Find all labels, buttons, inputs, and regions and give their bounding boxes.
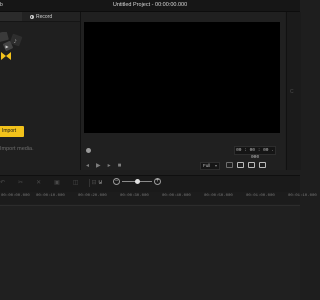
edit-tools: ↶ ✂ ✕ ▣ ◫ ⊟ bbox=[0, 179, 96, 186]
toolbar-divider bbox=[89, 179, 90, 187]
record-label: Record bbox=[36, 13, 53, 20]
delete-icon[interactable]: ✕ bbox=[36, 179, 41, 186]
snap-magnet-icon[interactable]: ⊍ bbox=[98, 178, 103, 186]
expand-icon[interactable] bbox=[259, 162, 266, 168]
window-title: Untitled Project - 00:00:00.000 bbox=[112, 2, 188, 8]
next-frame-icon[interactable]: ▸ bbox=[108, 162, 111, 169]
ruler-label: 00:01:00.000 bbox=[246, 194, 275, 198]
zoom-out-button[interactable]: − bbox=[113, 177, 120, 185]
tab-record[interactable]: Record bbox=[30, 14, 52, 20]
zoom-in-button[interactable]: + bbox=[154, 177, 161, 185]
import-button[interactable]: Import bbox=[0, 126, 24, 137]
split-icon[interactable]: ✂ bbox=[18, 179, 23, 186]
timecode-display: 00 : 00 : 00 . 000 bbox=[234, 146, 276, 160]
ruler-label: 00:00:30.000 bbox=[120, 194, 149, 198]
record-icon bbox=[30, 14, 34, 19]
media-tabs-bar: Record bbox=[0, 12, 80, 22]
previous-frame-icon[interactable]: ◂ bbox=[86, 162, 89, 169]
chevron-down-icon: ▾ bbox=[214, 163, 217, 168]
playback-controls: ◂ ▶ ▸ ■ bbox=[86, 162, 122, 170]
timeline-track-area[interactable] bbox=[0, 206, 300, 300]
media-placeholder-illustration-icon: ♪ ▶ bbox=[0, 32, 23, 60]
crop-icon[interactable]: ▣ bbox=[54, 179, 60, 186]
ruler-label: 00:00:10.000 bbox=[36, 194, 65, 198]
stop-icon[interactable]: ■ bbox=[118, 163, 122, 169]
volume-icon[interactable] bbox=[226, 162, 233, 168]
ruler-label: 00:00:50.000 bbox=[204, 194, 233, 198]
video-preview bbox=[84, 22, 280, 133]
zoom-slider-thumb[interactable] bbox=[134, 179, 140, 184]
freeze-icon[interactable]: ◫ bbox=[73, 179, 79, 186]
ruler-label: 00:01:10.000 bbox=[288, 194, 317, 198]
ruler-label: 00:00:40.000 bbox=[162, 194, 191, 198]
play-icon[interactable]: ▶ bbox=[96, 162, 101, 169]
ruler-label: 00:00:00.000 bbox=[1, 194, 30, 198]
ruler-label: 00:00:20.000 bbox=[78, 194, 107, 198]
import-hint-text: Import media. bbox=[0, 146, 34, 152]
playback-scrubber[interactable] bbox=[86, 148, 91, 153]
detach-icon[interactable]: ⊟ bbox=[91, 179, 96, 186]
aspect-ratio-select[interactable]: Full ▾ bbox=[200, 162, 220, 170]
svg-text:♪: ♪ bbox=[14, 39, 17, 45]
player-tool-icons bbox=[226, 162, 266, 168]
undo-icon[interactable]: ↶ bbox=[0, 179, 5, 186]
aspect-ratio-value: Full bbox=[203, 163, 211, 168]
tab-media[interactable] bbox=[0, 12, 22, 21]
fullscreen-icon[interactable] bbox=[248, 162, 255, 168]
snapshot-icon[interactable] bbox=[237, 162, 244, 168]
properties-panel-edge-label: C bbox=[290, 89, 294, 95]
